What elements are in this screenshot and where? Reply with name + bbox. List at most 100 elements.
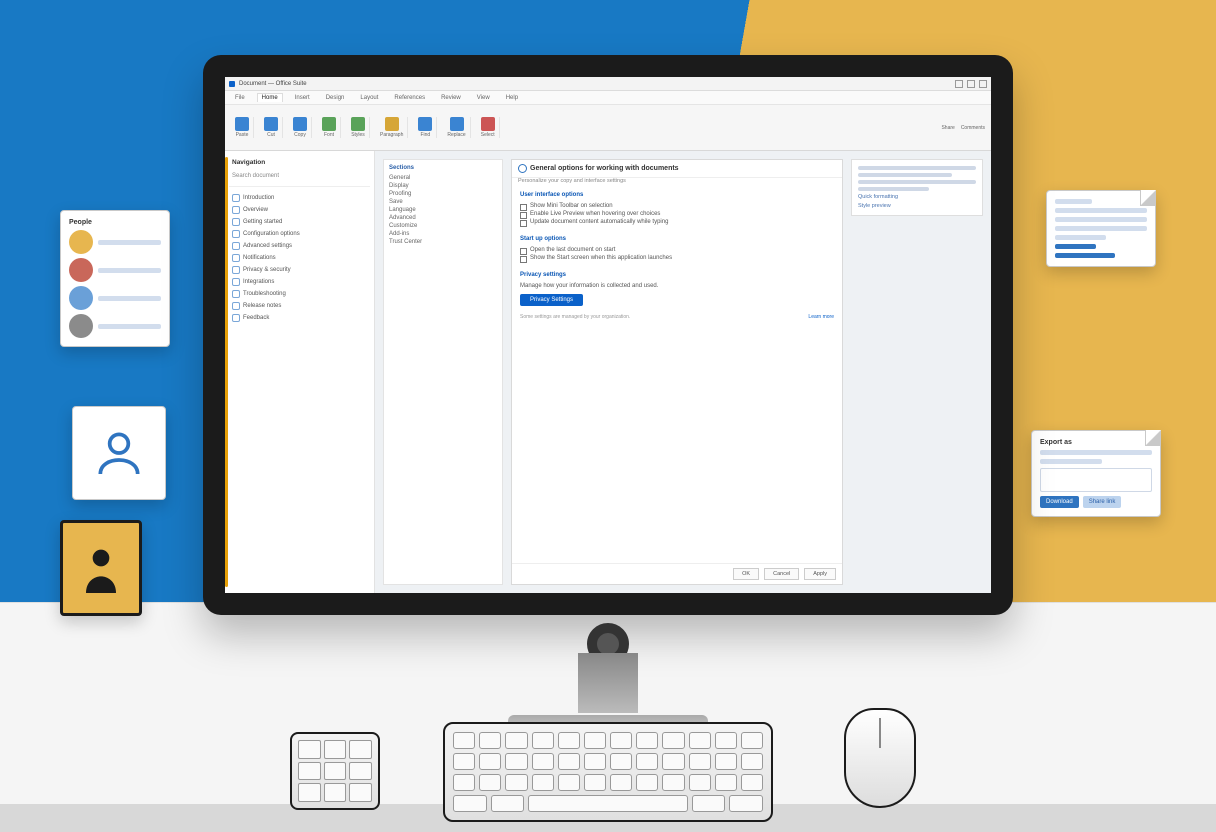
doc-section-icon [232, 242, 240, 250]
sidebar-item[interactable]: Release notes [229, 300, 370, 312]
sidebar-item[interactable]: Overview [229, 204, 370, 216]
ribbon-tab-view[interactable]: View [473, 94, 494, 102]
ribbon-copy-button[interactable]: Copy [289, 117, 312, 138]
cancel-button[interactable]: Cancel [764, 568, 799, 580]
settings-nav-item[interactable]: Display [389, 182, 497, 190]
doc-section-icon [232, 290, 240, 298]
doc-section-icon [232, 314, 240, 322]
learn-more-link[interactable]: Learn more [808, 314, 834, 320]
settings-nav-item[interactable]: Trust Center [389, 238, 497, 246]
option-label: Show the Start screen when this applicat… [530, 255, 672, 261]
sidebar-item[interactable]: Privacy & security [229, 264, 370, 276]
ribbon-font-button[interactable]: Font [318, 117, 341, 138]
comments-button[interactable]: Comments [961, 125, 985, 131]
doc-section-icon [232, 230, 240, 238]
ribbon-tabs: File Home Insert Design Layout References Revi… [225, 91, 991, 105]
settings-nav-item[interactable]: Add-ins [389, 230, 497, 238]
ribbon-replace-button[interactable]: Replace [443, 117, 470, 138]
checkbox[interactable] [520, 204, 527, 211]
section-startup: Start up options [520, 236, 834, 242]
window-titlebar: Document — Office Suite [225, 77, 991, 91]
find-icon [418, 117, 432, 131]
sidebar-item[interactable]: Configuration options [229, 228, 370, 240]
ribbon-tab-insert[interactable]: Insert [291, 94, 314, 102]
option-label: Enable Live Preview when hovering over c… [530, 211, 660, 217]
ribbon-tab-review[interactable]: Review [437, 94, 465, 102]
avatar-icon [69, 314, 93, 338]
ribbon-tab-help[interactable]: Help [502, 94, 522, 102]
sidebar-accent [225, 157, 228, 587]
select-icon [481, 117, 495, 131]
ribbon-paste-button[interactable]: Paste [231, 117, 254, 138]
app-icon [229, 81, 235, 87]
ribbon-select-button[interactable]: Select [477, 117, 500, 138]
sidebar-item[interactable]: Feedback [229, 312, 370, 324]
ribbon-tab-layout[interactable]: Layout [356, 94, 382, 102]
share-button[interactable]: Share [941, 125, 954, 131]
checkbox[interactable] [520, 220, 527, 227]
share-link-button[interactable]: Share link [1083, 496, 1122, 508]
ribbon-tab-file[interactable]: File [231, 94, 249, 102]
window-controls[interactable] [955, 80, 987, 88]
format-card: Quick formatting Style preview [851, 159, 983, 216]
download-button[interactable]: Download [1040, 496, 1079, 508]
ribbon-toolbar: Paste Cut Copy Font Styles Paragraph Find Repla… [225, 105, 991, 151]
settings-nav: Sections GeneralDisplayProofingSaveLangu… [383, 159, 503, 585]
settings-nav-item[interactable]: Save [389, 198, 497, 206]
cut-icon [264, 117, 278, 131]
settings-nav-item[interactable]: Language [389, 206, 497, 214]
sidebar-item[interactable]: Introduction [229, 192, 370, 204]
mouse [844, 708, 916, 808]
sidebar-item[interactable]: Troubleshooting [229, 288, 370, 300]
format-card-label: Quick formatting [858, 194, 976, 200]
contacts-title: People [69, 219, 161, 226]
monitor-frame: Document — Office Suite File Home Insert De… [203, 55, 1013, 615]
avatar-icon [69, 258, 93, 282]
ribbon-styles-button[interactable]: Styles [347, 117, 370, 138]
paste-icon [235, 117, 249, 131]
page-curl-icon [1140, 190, 1156, 206]
panel-subtitle: Personalize your copy and interface sett… [512, 178, 842, 187]
styles-icon [351, 117, 365, 131]
checkbox[interactable] [520, 248, 527, 255]
settings-nav-item[interactable]: General [389, 174, 497, 182]
settings-nav-item[interactable]: Advanced [389, 214, 497, 222]
doc-section-icon [232, 218, 240, 226]
numpad [290, 732, 380, 810]
section-privacy: Privacy settings [520, 272, 834, 278]
ribbon-find-button[interactable]: Find [414, 117, 437, 138]
ribbon-paragraph-button[interactable]: Paragraph [376, 117, 408, 138]
option-label: Update document content automatically wh… [530, 219, 668, 225]
privacy-settings-button[interactable]: Privacy Settings [520, 294, 583, 306]
panel-title: General options for working with documen… [530, 165, 679, 172]
info-icon [518, 164, 527, 173]
ribbon-cut-button[interactable]: Cut [260, 117, 283, 138]
keyboard [443, 722, 773, 822]
sidebar-item[interactable]: Integrations [229, 276, 370, 288]
ribbon-tab-home[interactable]: Home [257, 93, 283, 102]
copy-icon [293, 117, 307, 131]
privacy-desc: Manage how your information is collected… [520, 283, 834, 289]
settings-nav-item[interactable]: Proofing [389, 190, 497, 198]
ribbon-tab-references[interactable]: References [390, 94, 429, 102]
ribbon-tab-design[interactable]: Design [322, 94, 349, 102]
doc-section-icon [232, 194, 240, 202]
option-label: Show Mini Toolbar on selection [530, 203, 613, 209]
doc-section-icon [232, 302, 240, 310]
checkbox[interactable] [520, 212, 527, 219]
sidebar-item[interactable]: Advanced settings [229, 240, 370, 252]
sidebar-heading: Navigation [229, 157, 370, 168]
settings-panel: General options for working with documen… [511, 159, 843, 585]
paragraph-icon [385, 117, 399, 131]
settings-nav-item[interactable]: Customize [389, 222, 497, 230]
style-card-label: Style preview [858, 203, 976, 209]
sidebar-item[interactable]: Notifications [229, 252, 370, 264]
doc-section-icon [232, 266, 240, 274]
profile-card [72, 406, 166, 500]
checkbox[interactable] [520, 256, 527, 263]
apply-button[interactable]: Apply [804, 568, 836, 580]
sidebar-item[interactable]: Getting started [229, 216, 370, 228]
tablet-card [60, 520, 142, 616]
ok-button[interactable]: OK [733, 568, 759, 580]
font-icon [322, 117, 336, 131]
